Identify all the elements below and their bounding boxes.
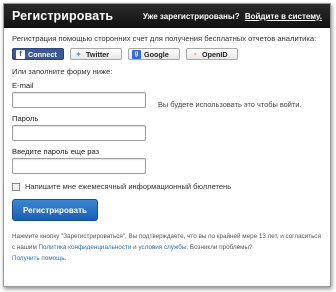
third-party-intro: Регистрация помощью сторонних счет для п… xyxy=(12,34,317,43)
dialog-header: Регистрировать Уже зарегистрированы? Вой… xyxy=(4,4,330,28)
openid-label: OpenID xyxy=(202,49,228,59)
google-icon: g xyxy=(132,49,141,59)
password-field[interactable] xyxy=(12,125,146,141)
password-label: Пароль xyxy=(12,114,39,123)
register-submit-button[interactable]: Регистрировать xyxy=(12,199,98,221)
google-label: Google xyxy=(144,49,169,59)
email-row: E-mail Вы будете использовать это чтобы … xyxy=(12,81,322,109)
privacy-policy-link[interactable]: Политика конфиденциальности xyxy=(39,244,132,251)
email-label: E-mail xyxy=(12,81,34,90)
dialog-title: Регистрировать xyxy=(12,9,114,23)
google-button[interactable]: g Google xyxy=(128,48,180,60)
login-prompt: Уже зарегистрированы? Войдите в систему. xyxy=(143,12,322,21)
terms-text-2: . Возникли проблемы? xyxy=(186,244,253,251)
newsletter-option: Напишите мне ежемесячный информационный … xyxy=(12,182,322,191)
newsletter-label: Напишите мне ежемесячный информационный … xyxy=(25,182,232,191)
openid-button[interactable]: ◔ OpenID xyxy=(186,48,238,60)
terms-end: . xyxy=(64,255,67,262)
dialog-content: Регистрация помощью сторонних счет для п… xyxy=(4,28,330,264)
password-confirm-label: Введите пароль еще раз xyxy=(12,147,100,156)
terms-of-service-link[interactable]: условия службы xyxy=(138,244,186,251)
facebook-connect-button[interactable]: f Connect xyxy=(12,48,64,60)
facebook-icon: f xyxy=(16,49,25,59)
password-confirm-field[interactable] xyxy=(12,158,146,174)
email-field[interactable] xyxy=(12,92,146,108)
password-confirm-row: Введите пароль еще раз xyxy=(12,147,322,174)
password-row: Пароль xyxy=(12,114,322,141)
or-fill-form-text: Или заполните форму ниже: xyxy=(12,67,113,76)
twitter-bird-icon: ✦ xyxy=(75,49,82,59)
openid-icon: ◔ xyxy=(192,49,197,59)
already-registered-text: Уже зарегистрированы? xyxy=(142,11,240,21)
newsletter-checkbox[interactable] xyxy=(12,182,20,191)
twitter-label: Twitter xyxy=(86,49,110,59)
facebook-connect-label: Connect xyxy=(28,49,57,59)
registration-dialog: Регистрировать Уже зарегистрированы? Вой… xyxy=(3,3,331,287)
login-link[interactable]: Войдите в систему. xyxy=(245,12,322,21)
social-login-buttons: f Connect ✦ Twitter g Google ◔ OpenID xyxy=(12,48,322,60)
get-help-link[interactable]: Получить помощь xyxy=(12,255,65,262)
email-hint: Вы будете использовать это чтобы войти. xyxy=(158,100,302,109)
terms-notice: Нажмите кнопку "Зарегистрироваться", Вы … xyxy=(12,231,322,264)
twitter-button[interactable]: ✦ Twitter xyxy=(70,48,122,60)
